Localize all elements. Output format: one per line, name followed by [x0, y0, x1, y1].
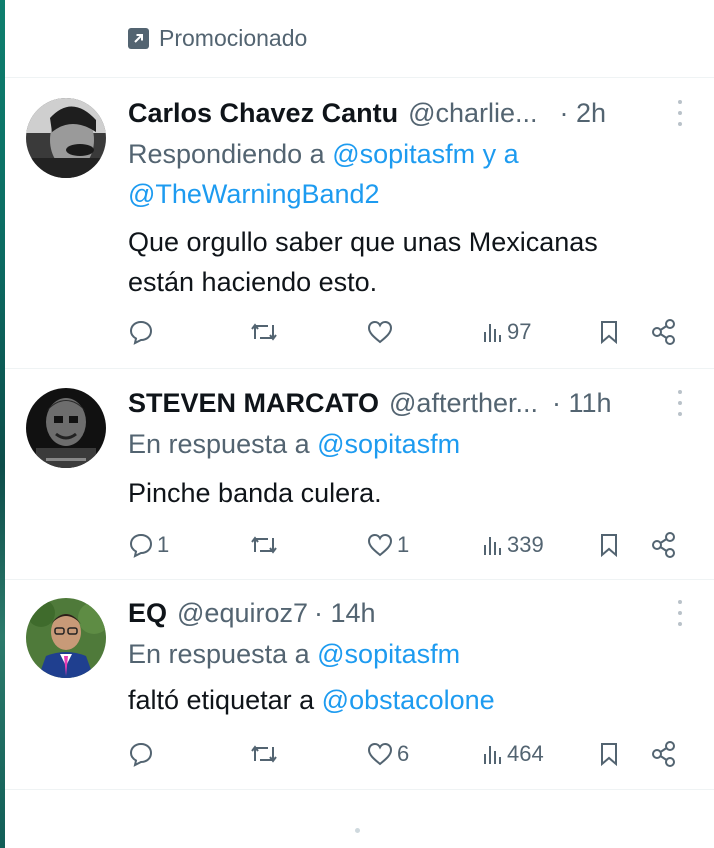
reply-target-link[interactable]: @sopitasfm — [317, 639, 460, 669]
share-icon — [652, 532, 675, 558]
author-handle[interactable]: @charlie... — [408, 98, 537, 129]
retweet-button[interactable] — [249, 530, 282, 560]
reply-target-link[interactable]: @sopitasfm — [317, 429, 460, 459]
view-count: 339 — [507, 532, 544, 557]
reply-icon — [129, 742, 153, 767]
tweet-eq[interactable]: EQ @equiroz7 · 14h En respuesta a @sopit… — [5, 596, 714, 788]
tweet-steven[interactable]: STEVEN MARCATO @afterther... · 11h En re… — [5, 386, 714, 578]
tweet-text-line: Pinche banda culera. — [128, 478, 382, 508]
author-handle[interactable]: @afterther... — [389, 388, 538, 419]
tweet-text-line: Que orgullo saber que unas Mexicanas — [128, 227, 598, 257]
tweet-text: Pinche banda culera. — [128, 473, 382, 513]
reply-context: En respuesta a @sopitasfm — [128, 634, 460, 674]
share-button[interactable] — [650, 739, 678, 769]
more-options-icon[interactable] — [676, 390, 684, 416]
avatar[interactable] — [26, 598, 106, 678]
reply-target-link-2[interactable]: @TheWarningBand2 — [128, 179, 380, 209]
reply-button[interactable] — [128, 317, 157, 347]
tweet-text-line: están haciendo esto. — [128, 267, 378, 297]
views-chart-icon — [484, 746, 501, 764]
heart-icon — [367, 742, 393, 766]
bookmark-icon — [601, 743, 617, 767]
like-button[interactable] — [366, 317, 397, 347]
retweet-icon — [251, 745, 277, 763]
reply-context: En respuesta a @sopitasfm — [128, 424, 460, 464]
retweet-icon — [251, 323, 277, 341]
views-chart-icon — [484, 324, 501, 342]
tweet-time[interactable]: · 11h — [552, 388, 612, 419]
reply-button[interactable]: 1 — [128, 530, 169, 560]
avatar[interactable] — [26, 388, 106, 468]
retweet-button[interactable] — [249, 317, 282, 347]
tweet-carlos[interactable]: Carlos Chavez Cantu @charlie... · 2h Res… — [5, 96, 714, 368]
more-options-icon[interactable] — [676, 600, 684, 626]
bookmark-icon — [601, 534, 617, 558]
tweet-time[interactable]: · 2h — [560, 98, 607, 129]
reply-prefix: Respondiendo a — [128, 139, 325, 169]
promoted-arrow-icon — [128, 27, 149, 49]
author-handle[interactable]: @equiroz7 — [177, 598, 308, 629]
reply-context: Respondiendo a @sopitasfm y a @TheWarnin… — [128, 134, 519, 214]
bookmark-button[interactable] — [598, 739, 620, 769]
tweet-text-line: faltó etiquetar a — [128, 685, 315, 715]
views-button[interactable]: 97 — [482, 317, 531, 347]
heart-icon — [367, 533, 393, 557]
reply-icon — [129, 533, 153, 558]
divider — [5, 368, 714, 369]
share-button[interactable] — [650, 317, 678, 347]
like-count: 1 — [397, 532, 410, 557]
reply-icon — [129, 320, 153, 345]
retweet-icon — [251, 536, 277, 554]
author-name[interactable]: EQ — [128, 598, 167, 629]
share-button[interactable] — [650, 530, 678, 560]
view-count: 464 — [507, 741, 544, 766]
reply-prefix: En respuesta a — [128, 429, 310, 459]
promoted-text: Promocionado — [159, 24, 308, 51]
action-bar: 97 — [128, 317, 683, 347]
like-button[interactable]: 1 — [366, 530, 409, 560]
retweet-button[interactable] — [249, 739, 282, 769]
divider — [5, 77, 714, 78]
share-icon — [652, 319, 675, 345]
reply-target-link[interactable]: @sopitasfm y a — [332, 139, 518, 169]
tweet-time[interactable]: · 14h — [314, 598, 376, 629]
avatar[interactable] — [26, 98, 106, 178]
reply-prefix: En respuesta a — [128, 639, 310, 669]
mention-link[interactable]: @obstacolone — [322, 685, 495, 715]
more-options-icon[interactable] — [676, 100, 684, 126]
tweet-text: faltó etiquetar a @obstacolone — [128, 680, 495, 720]
view-count: 97 — [507, 319, 532, 344]
action-bar: 6 464 — [128, 739, 683, 769]
share-icon — [652, 741, 675, 767]
bookmark-icon — [601, 321, 617, 345]
views-button[interactable]: 464 — [482, 739, 544, 769]
bookmark-button[interactable] — [598, 530, 620, 560]
like-button[interactable]: 6 — [366, 739, 409, 769]
like-count: 6 — [397, 741, 410, 766]
action-bar: 1 1 339 — [128, 530, 683, 560]
views-button[interactable]: 339 — [482, 530, 544, 560]
reply-count: 1 — [157, 532, 170, 557]
loading-indicator — [355, 828, 360, 833]
promoted-label: Promocionado — [128, 22, 307, 54]
views-chart-icon — [484, 537, 501, 555]
divider — [5, 579, 714, 580]
reply-button[interactable] — [128, 739, 157, 769]
heart-icon — [367, 320, 393, 344]
tweet-text: Que orgullo saber que unas Mexicanas est… — [128, 222, 598, 302]
author-name[interactable]: Carlos Chavez Cantu — [128, 98, 398, 129]
bookmark-button[interactable] — [598, 317, 620, 347]
author-name[interactable]: STEVEN MARCATO — [128, 388, 379, 419]
divider — [5, 789, 714, 790]
